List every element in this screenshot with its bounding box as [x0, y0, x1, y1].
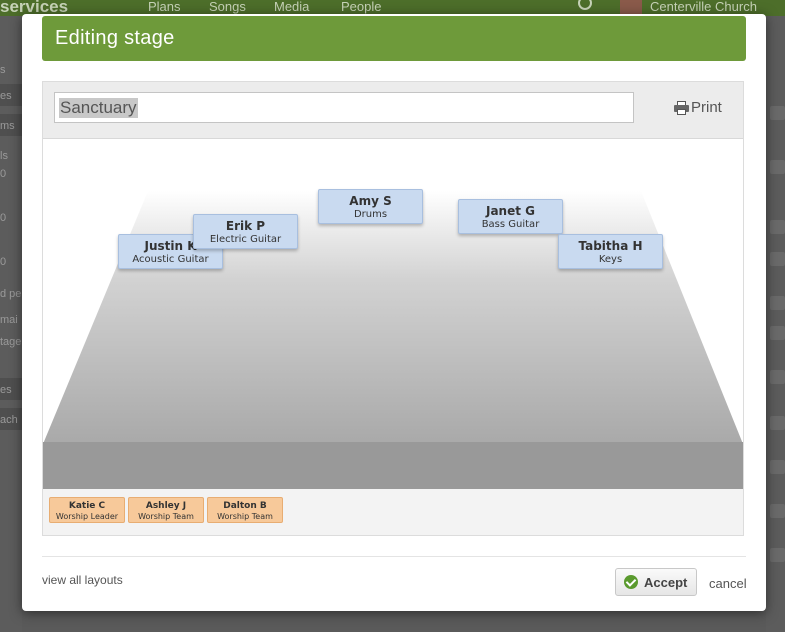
- person-name: Dalton B: [223, 501, 267, 511]
- stage-position-card[interactable]: Erik P Electric Guitar: [193, 214, 298, 249]
- position-name: Janet G: [485, 204, 535, 218]
- printer-icon: [674, 100, 689, 115]
- print-label: Print: [691, 99, 722, 116]
- position-role: Bass Guitar: [481, 219, 540, 230]
- person-role: Worship Leader: [55, 512, 119, 521]
- position-role: Electric Guitar: [209, 234, 282, 245]
- position-role: Acoustic Guitar: [132, 254, 209, 265]
- editing-stage-modal: Editing stage Sanctuary Print Amy S Drum…: [22, 14, 766, 611]
- position-name: Erik P: [225, 219, 266, 233]
- modal-header: Editing stage: [42, 16, 746, 61]
- stage-position-card[interactable]: Janet G Bass Guitar: [458, 199, 563, 234]
- stage-front-edge: [43, 442, 743, 489]
- position-name: Tabitha H: [578, 239, 643, 253]
- bg-fragment: es: [0, 384, 12, 396]
- bg-fragment: s: [0, 64, 6, 76]
- stage-layout-area: Amy S Drums Janet G Bass Guitar Justin K…: [43, 139, 743, 489]
- background-right-panel: [766, 16, 785, 632]
- check-icon: [624, 575, 638, 589]
- view-all-layouts-link[interactable]: view all layouts: [42, 573, 123, 587]
- nav-media: Media: [274, 0, 310, 14]
- bg-fragment: 0: [0, 168, 7, 180]
- bg-fragment: 0: [0, 256, 7, 268]
- search-icon: [578, 0, 592, 10]
- accept-button[interactable]: Accept: [615, 568, 697, 596]
- print-button[interactable]: Print: [674, 99, 722, 116]
- nav-songs: Songs: [209, 0, 246, 14]
- position-role: Drums: [353, 209, 388, 220]
- stage-panel: Sanctuary Print Amy S Drums Janet G Bass…: [42, 81, 744, 536]
- unassigned-people-tray: Katie C Worship Leader Ashley J Worship …: [43, 489, 743, 535]
- nav-people: People: [341, 0, 382, 14]
- bg-fragment: mai: [0, 314, 18, 326]
- position-name: Amy S: [349, 194, 392, 208]
- unassigned-person-card[interactable]: Dalton B Worship Team: [207, 497, 283, 523]
- modal-title: Editing stage: [55, 27, 175, 49]
- bg-fragment: tage: [0, 336, 22, 348]
- bg-fragment: ls: [0, 150, 8, 162]
- stage-floor: [43, 191, 743, 444]
- accept-label: Accept: [644, 574, 688, 590]
- church-name: Centerville Church: [650, 0, 757, 14]
- bg-fragment: ach: [0, 414, 18, 426]
- stage-name-input[interactable]: Sanctuary: [54, 92, 634, 123]
- bg-fragment: 0: [0, 212, 7, 224]
- stage-position-card[interactable]: Amy S Drums: [318, 189, 423, 224]
- person-role: Worship Team: [138, 512, 194, 521]
- background-left-panel: s es ms ls 0 0 0 d pe mai tage es ach: [0, 16, 22, 632]
- stage-name-value: Sanctuary: [59, 98, 138, 118]
- nav-plans: Plans: [148, 0, 181, 14]
- cancel-link[interactable]: cancel: [709, 576, 747, 591]
- unassigned-person-card[interactable]: Katie C Worship Leader: [49, 497, 125, 523]
- stage-name-row: Sanctuary Print: [43, 82, 743, 139]
- person-role: Worship Team: [217, 512, 273, 521]
- bg-fragment: ms: [0, 120, 15, 132]
- footer-divider: [42, 556, 746, 557]
- bg-fragment: es: [0, 90, 12, 102]
- stage-position-card[interactable]: Tabitha H Keys: [558, 234, 663, 269]
- unassigned-person-card[interactable]: Ashley J Worship Team: [128, 497, 204, 523]
- bg-fragment: d pe: [0, 288, 22, 300]
- position-role: Keys: [598, 254, 623, 265]
- person-name: Ashley J: [145, 501, 187, 511]
- person-name: Katie C: [68, 501, 106, 511]
